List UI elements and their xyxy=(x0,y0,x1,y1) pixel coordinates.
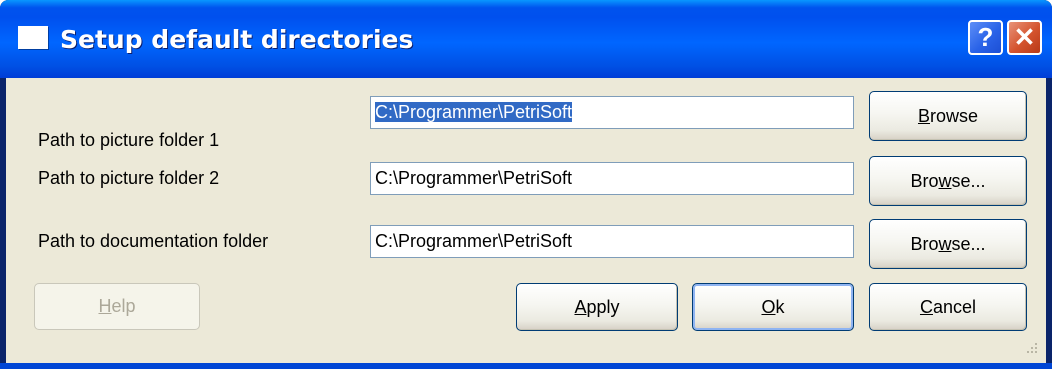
help-mnemonic: H xyxy=(98,296,112,316)
browse-2-mnemonic: w xyxy=(938,170,952,191)
picture-folder-1-value: C:\Programmer\PetriSoft xyxy=(375,102,573,122)
browse-2-label-rest: se... xyxy=(951,170,986,191)
browse-picture-folder-1-button[interactable]: Browse xyxy=(869,91,1027,141)
picture-folder-1-input[interactable]: C:\Programmer\PetriSoft xyxy=(370,96,854,129)
browse-picture-folder-2-button[interactable]: Bro w se... xyxy=(869,156,1027,206)
help-button[interactable]: Help xyxy=(34,283,200,330)
dialog-window: Setup default directories ? ✕ Path to pi… xyxy=(0,0,1052,369)
browse-2-label-pre: Bro xyxy=(910,170,939,191)
help-label-rest: elp xyxy=(111,296,136,316)
dialog-body: Path to picture folder 1 C:\Programmer\P… xyxy=(6,78,1046,363)
browse-3-label-pre: Bro xyxy=(910,233,939,254)
help-icon[interactable]: ? xyxy=(968,20,1003,55)
browse-3-label-rest: se... xyxy=(951,233,986,254)
ok-label-rest: k xyxy=(775,296,785,317)
apply-mnemonic: A xyxy=(574,296,587,317)
picture-folder-2-label: Path to picture folder 2 xyxy=(38,168,220,188)
documentation-folder-input[interactable]: C:\Programmer\PetriSoft xyxy=(370,225,854,258)
browse-1-label-rest: rowse xyxy=(930,105,979,126)
close-icon[interactable]: ✕ xyxy=(1007,20,1042,55)
picture-folder-1-label: Path to picture folder 1 xyxy=(38,130,220,150)
window-bottom-border xyxy=(0,363,1052,369)
browse-documentation-folder-button[interactable]: Bro w se... xyxy=(869,219,1027,269)
picture-folder-2-input[interactable]: C:\Programmer\PetriSoft xyxy=(370,162,854,195)
cancel-label-rest: ancel xyxy=(932,296,977,317)
apply-label-rest: pply xyxy=(586,296,620,317)
browse-3-mnemonic: w xyxy=(938,233,952,254)
apply-button[interactable]: Apply xyxy=(516,283,678,331)
ok-button[interactable]: Ok xyxy=(692,283,854,331)
cancel-mnemonic: C xyxy=(919,296,933,317)
documentation-folder-value: C:\Programmer\PetriSoft xyxy=(375,231,573,251)
title-bar[interactable]: Setup default directories ? ✕ xyxy=(0,0,1052,78)
resize-grip-icon[interactable] xyxy=(1022,340,1040,358)
ok-mnemonic: O xyxy=(761,296,776,317)
documentation-folder-label: Path to documentation folder xyxy=(38,231,269,251)
window-icon xyxy=(18,26,48,49)
cancel-button[interactable]: Cancel xyxy=(869,283,1027,331)
browse-1-mnemonic: B xyxy=(917,105,930,126)
picture-folder-2-value: C:\Programmer\PetriSoft xyxy=(375,168,573,188)
window-title: Setup default directories xyxy=(60,25,414,54)
